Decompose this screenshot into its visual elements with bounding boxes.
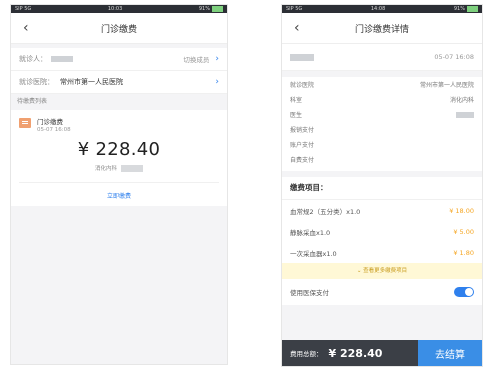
status-bar: SIP 5G 14:08 91%	[282, 5, 482, 13]
battery-indicator: 91%	[199, 5, 223, 13]
total-section: 费用总额： ¥ 228.40	[282, 340, 418, 366]
pay-now-link[interactable]: 立即缴费	[19, 182, 219, 206]
info-key: 医生	[290, 112, 303, 119]
right-phone-screen: SIP 5G 14:08 91% ‹ 门诊缴费详情 05-07 16:08 就诊…	[281, 4, 483, 367]
info-row: 科室 消化内科	[282, 92, 482, 107]
fee-row: 静脉采血x1.0 ¥ 5.00	[282, 221, 482, 242]
time-text: 10:03	[107, 6, 123, 12]
hospital-value: 常州市第一人民医院	[60, 78, 123, 86]
insurance-row: 使用医保支付	[282, 279, 482, 305]
info-row: 医生	[282, 107, 482, 122]
fee-name: 一次采血器x1.0	[290, 249, 337, 258]
battery-icon	[211, 5, 223, 12]
info-value: 消化内科	[449, 97, 474, 104]
info-key: 就诊医院	[290, 82, 315, 89]
chevron-right-icon[interactable]: ›	[215, 77, 219, 87]
pending-bill-card[interactable]: 门诊缴费 05-07 16:08 ¥ 228.40 消化内科 立即缴费	[11, 110, 227, 206]
fee-price: ¥ 1.80	[453, 248, 474, 257]
fee-items-title: 缴费项目：	[282, 177, 482, 200]
document-icon	[19, 118, 31, 128]
show-more-items[interactable]: ⌄ 查看更多缴费项目	[282, 263, 482, 279]
info-key: 科室	[290, 97, 303, 104]
chevron-right-icon[interactable]: ›	[215, 54, 219, 64]
status-bar: SIP 5G 10:03 91%	[11, 5, 227, 13]
info-key: 报销支付	[290, 127, 315, 134]
carrier-text: SIP 5G	[15, 6, 32, 12]
info-row: 报销支付	[282, 122, 482, 137]
patient-name-redacted	[290, 53, 314, 61]
back-icon[interactable]: ‹	[294, 20, 300, 36]
battery-indicator: 91%	[454, 5, 478, 13]
carrier-text: SIP 5G	[286, 6, 303, 12]
checkout-bar: 费用总额： ¥ 228.40 去结算	[282, 340, 482, 366]
info-key: 自费支付	[290, 157, 315, 164]
info-value: 常州市第一人民医院	[419, 82, 474, 89]
bill-department: 消化内科	[19, 164, 219, 172]
total-label: 费用总额：	[290, 350, 323, 358]
bill-name: 门诊缴费	[37, 118, 63, 126]
hospital-label: 就诊医院：	[19, 78, 54, 86]
bill-amount: ¥ 228.40	[77, 139, 161, 160]
switch-member-link[interactable]: 切换成员	[183, 54, 209, 64]
fee-name: 静脉采血x1.0	[290, 228, 331, 237]
page-title: 门诊缴费	[100, 24, 137, 35]
pending-list-title: 待缴费列表	[17, 98, 48, 105]
info-row: 就诊医院 常州市第一人民医院	[282, 77, 482, 92]
doctor-redacted	[456, 111, 474, 118]
patient-name-redacted	[51, 56, 73, 62]
info-key: 账户支付	[290, 142, 315, 149]
fee-row: 一次采血器x1.0 ¥ 1.80	[282, 242, 482, 263]
info-row: 账户支付	[282, 137, 482, 152]
bill-time: 05-07 16:08	[37, 127, 71, 133]
time-text: 14:08	[370, 6, 386, 12]
battery-icon	[466, 5, 478, 12]
bill-item: 门诊缴费 05-07 16:08	[19, 116, 219, 133]
insurance-label: 使用医保支付	[290, 289, 329, 297]
nav-bar: ‹ 门诊缴费详情	[282, 13, 482, 44]
left-phone-screen: SIP 5G 10:03 91% ‹ 门诊缴费 就诊人： 切换成员 › 就诊医院…	[10, 4, 228, 365]
visit-date: 05-07 16:08	[434, 53, 474, 61]
fee-price: ¥ 5.00	[453, 227, 474, 236]
page-title: 门诊缴费详情	[354, 24, 409, 35]
info-row: 自费支付	[282, 152, 482, 171]
hospital-row[interactable]: 就诊医院： 常州市第一人民医院 ›	[11, 71, 227, 94]
fee-row: 血常规2（五分类）x1.0 ¥ 18.00	[282, 200, 482, 221]
patient-row[interactable]: 就诊人： 切换成员 ›	[11, 48, 227, 71]
total-amount: ¥ 228.40	[328, 346, 383, 360]
nav-bar: ‹ 门诊缴费	[11, 13, 227, 44]
fee-name: 血常规2（五分类）x1.0	[290, 207, 361, 216]
doctor-redacted	[121, 165, 143, 172]
patient-label: 就诊人：	[19, 55, 47, 63]
detail-header: 05-07 16:08	[282, 44, 482, 71]
insurance-toggle[interactable]	[454, 287, 474, 297]
fee-price: ¥ 18.00	[449, 206, 474, 215]
back-icon[interactable]: ‹	[23, 20, 29, 36]
checkout-button[interactable]: 去结算	[418, 340, 482, 366]
